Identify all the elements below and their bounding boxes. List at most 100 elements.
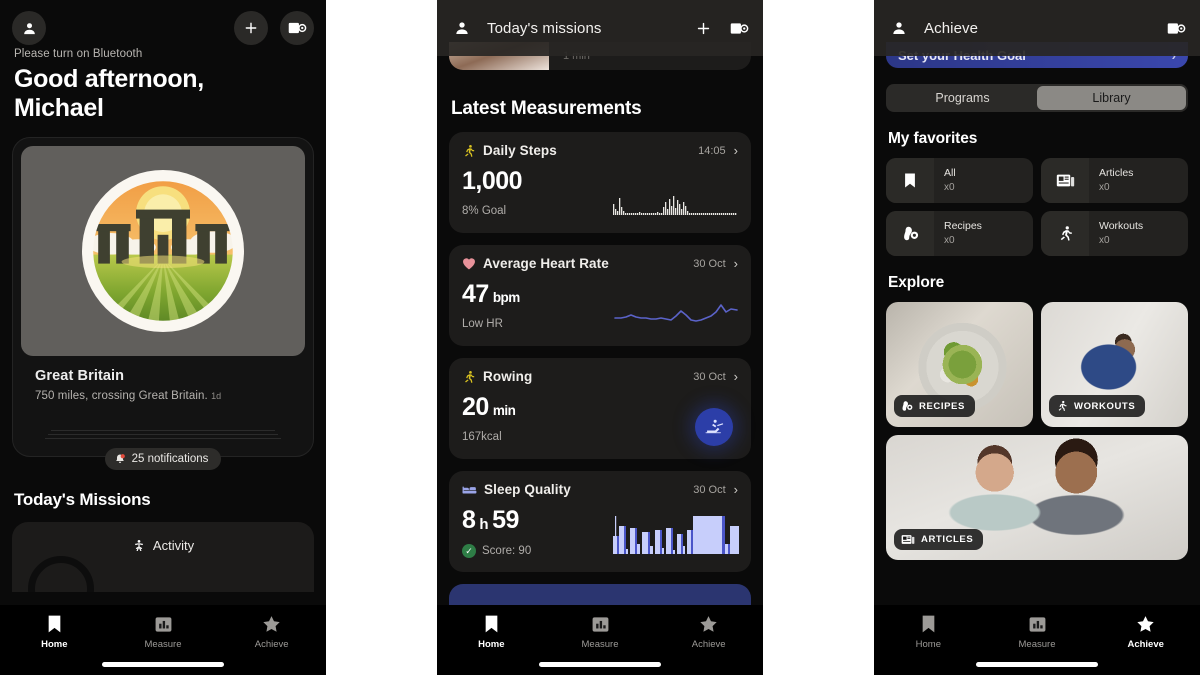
nav-label-home: Home bbox=[478, 639, 505, 650]
explore-card-articles[interactable]: ARTICLES bbox=[886, 435, 1188, 560]
measurement-card-rowing[interactable]: Rowing 30 Oct › 20 min 167kcal bbox=[449, 358, 751, 459]
footer-text: 8% Goal bbox=[462, 205, 507, 217]
footer-text: Low HR bbox=[462, 318, 503, 330]
favorite-label: Workouts bbox=[1099, 220, 1144, 233]
scan-device-button[interactable] bbox=[727, 16, 751, 40]
plus-icon bbox=[697, 22, 709, 34]
favorite-text: Articles x0 bbox=[1089, 167, 1133, 193]
scan-device-icon bbox=[288, 22, 306, 34]
measurement-card-sleep-quality[interactable]: Sleep Quality 30 Oct › 8 h 59 ✓ Score: 90 bbox=[449, 471, 751, 572]
card-meta: 30 Oct › bbox=[693, 257, 738, 270]
favorite-count: x0 bbox=[944, 234, 955, 246]
running-person-icon bbox=[465, 144, 475, 157]
nav-item-home[interactable]: Home bbox=[437, 613, 546, 650]
person-icon bbox=[456, 22, 468, 34]
card-stack-lines bbox=[45, 430, 281, 440]
favorites-section-title: My favorites bbox=[888, 130, 978, 147]
footer-text: 167kcal bbox=[462, 431, 502, 443]
notifications-pill[interactable]: 25 notifications bbox=[104, 448, 222, 470]
journey-card[interactable]: Great Britain 750 miles, crossing Great … bbox=[12, 137, 314, 457]
phone-panel-achieve: Achieve Set your Health Goal › Programs … bbox=[874, 0, 1200, 675]
favorite-item-recipes[interactable]: Recipes x0 bbox=[886, 211, 1033, 256]
greeting-line-2: Michael bbox=[14, 94, 104, 122]
scan-device-button[interactable] bbox=[1164, 16, 1188, 40]
nav-item-measure[interactable]: Measure bbox=[109, 613, 218, 650]
favorite-text: All x0 bbox=[934, 167, 956, 193]
scan-device-button[interactable] bbox=[280, 11, 314, 45]
chevron-right-icon[interactable]: › bbox=[734, 144, 738, 157]
chevron-right-icon[interactable]: › bbox=[734, 483, 738, 496]
measurement-card-daily-steps[interactable]: Daily Steps 14:05 › 1,000 8% Goal bbox=[449, 132, 751, 233]
explore-card-workouts[interactable]: WORKOUTS bbox=[1041, 302, 1188, 427]
nav-label-measure: Measure bbox=[144, 639, 182, 650]
measurement-value: 1,000 bbox=[462, 167, 738, 196]
nav-item-achieve[interactable]: Achieve bbox=[1091, 613, 1200, 650]
favorite-count: x0 bbox=[1099, 181, 1110, 193]
nav-label-measure: Measure bbox=[581, 639, 619, 650]
journey-description: 750 miles, crossing Great Britain. bbox=[35, 390, 208, 402]
tab-programs[interactable]: Programs bbox=[888, 86, 1037, 110]
scan-device-icon bbox=[730, 22, 748, 34]
bottom-nav-missions: Home Measure Achieve bbox=[437, 605, 763, 675]
app-bar-title: Today's missions bbox=[487, 19, 602, 37]
star-icon bbox=[261, 613, 283, 635]
measurement-date: 14:05 bbox=[698, 144, 726, 157]
heart-rate-line-chart bbox=[613, 302, 739, 328]
bed-icon bbox=[462, 486, 477, 493]
favorites-grid: All x0 Articles x0 Recipes x0 Workouts x… bbox=[886, 158, 1188, 256]
card-header: Daily Steps 14:05 › bbox=[462, 143, 738, 158]
nav-label-measure: Measure bbox=[1018, 639, 1056, 650]
explore-section-title: Explore bbox=[888, 274, 945, 291]
favorite-item-articles[interactable]: Articles x0 bbox=[1041, 158, 1188, 203]
bell-icon bbox=[115, 454, 125, 463]
page-title: Good afternoon, Michael bbox=[14, 65, 312, 123]
value-unit: bpm bbox=[492, 290, 521, 305]
explore-grid: RECIPES WORKOUTS bbox=[886, 302, 1188, 427]
nav-item-achieve[interactable]: Achieve bbox=[217, 613, 326, 650]
profile-avatar-button[interactable] bbox=[886, 15, 912, 41]
chevron-right-icon[interactable]: › bbox=[734, 257, 738, 270]
measurement-date: 30 Oct bbox=[693, 483, 726, 496]
explore-card-recipes[interactable]: RECIPES bbox=[886, 302, 1033, 427]
add-button[interactable] bbox=[234, 11, 268, 45]
favorite-item-workouts[interactable]: Workouts x0 bbox=[1041, 211, 1188, 256]
home-indicator bbox=[539, 662, 661, 667]
measurement-card-heart-rate[interactable]: Average Heart Rate 30 Oct › 47 bpm Low H… bbox=[449, 245, 751, 346]
nav-item-home[interactable]: Home bbox=[0, 613, 109, 650]
person-icon bbox=[23, 22, 35, 34]
card-header: Rowing 30 Oct › bbox=[462, 369, 738, 384]
value-number: 1,000 bbox=[462, 167, 523, 195]
bar-chart-icon bbox=[152, 613, 174, 635]
nav-label-achieve: Achieve bbox=[691, 639, 726, 650]
explore-tag-workouts: WORKOUTS bbox=[1049, 395, 1146, 417]
explore-label: RECIPES bbox=[919, 400, 965, 412]
missions-scroll-area[interactable]: 1 min Latest Measurements Daily Steps 14… bbox=[437, 0, 763, 675]
measurement-name: Rowing bbox=[483, 369, 533, 384]
journey-subtitle: 750 miles, crossing Great Britain. 1d bbox=[35, 390, 291, 402]
tab-library[interactable]: Library bbox=[1037, 86, 1186, 110]
bar-chart-icon bbox=[1026, 613, 1048, 635]
chevron-right-icon[interactable]: › bbox=[734, 370, 738, 383]
greeting-line-1: Good afternoon, bbox=[14, 65, 204, 93]
programs-library-segmented-control[interactable]: Programs Library bbox=[886, 84, 1188, 112]
line-sparkline-icon bbox=[614, 304, 738, 322]
favorite-item-all[interactable]: All x0 bbox=[886, 158, 1033, 203]
bookmark-icon bbox=[480, 613, 502, 635]
favorite-label: Recipes bbox=[944, 220, 982, 233]
nav-item-achieve[interactable]: Achieve bbox=[654, 613, 763, 650]
card-header: Average Heart Rate 30 Oct › bbox=[462, 256, 738, 271]
nav-item-measure[interactable]: Measure bbox=[546, 613, 655, 650]
app-bar-title: Achieve bbox=[924, 19, 979, 37]
profile-avatar-button[interactable] bbox=[12, 11, 46, 45]
journey-card-body: Great Britain 750 miles, crossing Great … bbox=[21, 356, 305, 446]
plus-icon bbox=[245, 22, 257, 34]
profile-avatar-button[interactable] bbox=[449, 15, 475, 41]
nav-item-home[interactable]: Home bbox=[874, 613, 983, 650]
mission-card-activity[interactable]: Activity bbox=[12, 522, 314, 592]
card-header: Sleep Quality 30 Oct › bbox=[462, 482, 738, 497]
add-button[interactable] bbox=[691, 16, 715, 40]
app-bar-home bbox=[0, 0, 326, 56]
footer-text: Score: 90 bbox=[482, 545, 532, 557]
measurement-name: Sleep Quality bbox=[484, 482, 571, 497]
nav-item-measure[interactable]: Measure bbox=[983, 613, 1092, 650]
